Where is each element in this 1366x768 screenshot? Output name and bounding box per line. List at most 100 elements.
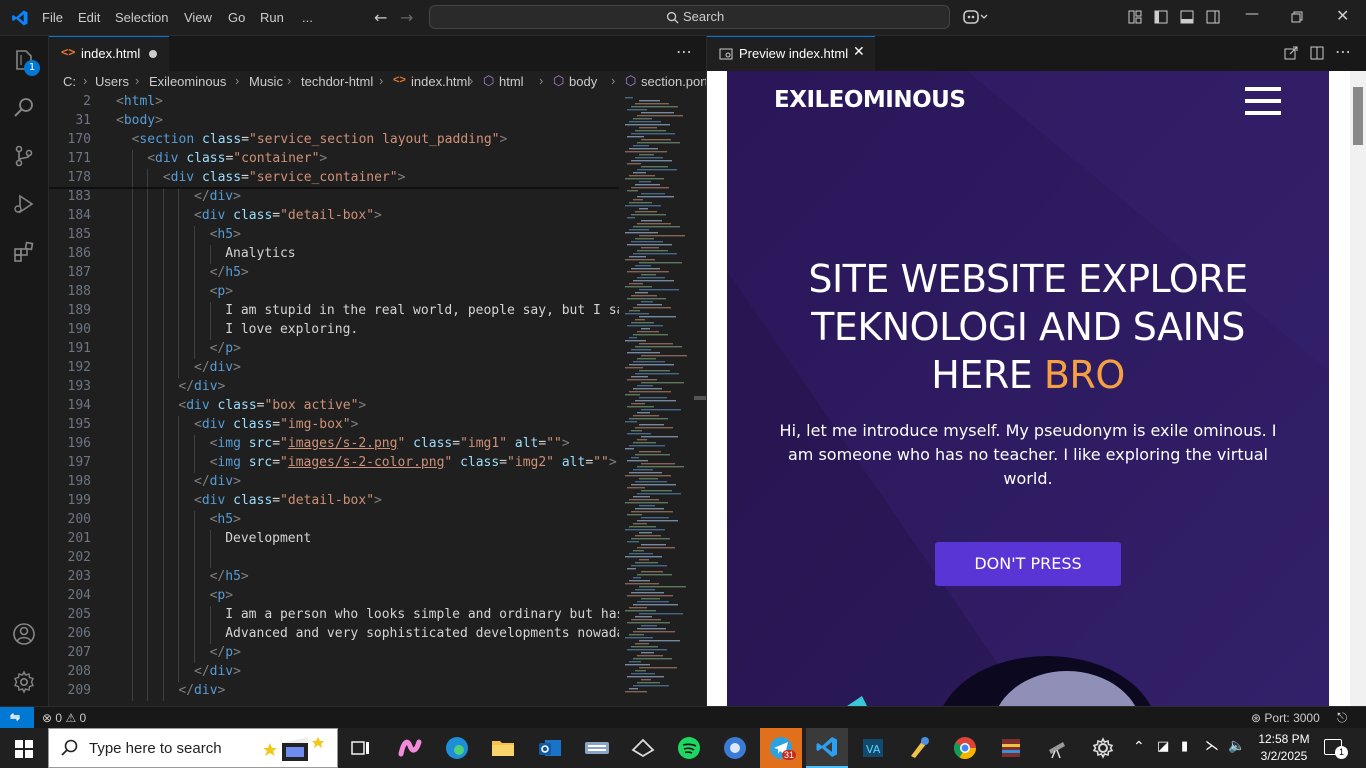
explorer-button[interactable]: 1: [0, 36, 48, 84]
code-line[interactable]: </div>: [194, 664, 241, 679]
code-line[interactable]: <div class="service_container">: [163, 170, 406, 185]
code-line[interactable]: <div class="detail-box">: [194, 493, 382, 508]
code-line[interactable]: <h5>: [210, 227, 241, 242]
code-line[interactable]: <div class="box active">: [178, 398, 366, 413]
tab-index-html[interactable]: <> index.html: [49, 36, 169, 72]
spotify-icon[interactable]: [673, 732, 705, 764]
outlook-icon[interactable]: [534, 732, 566, 764]
cloud-drive-icon[interactable]: [627, 732, 659, 764]
editor-scrollbar[interactable]: [693, 93, 706, 706]
more-actions-icon[interactable]: ⋯: [676, 42, 692, 61]
breadcrumb-item[interactable]: Music: [249, 74, 283, 89]
code-line[interactable]: <html>: [116, 94, 163, 109]
tray-app-icon[interactable]: ◪: [1157, 739, 1169, 754]
scrollbar-thumb[interactable]: [694, 396, 706, 400]
telescope-app-icon[interactable]: [1041, 732, 1073, 764]
menu-more[interactable]: ...: [302, 0, 313, 35]
back-arrow-icon[interactable]: ←: [374, 8, 387, 27]
code-line[interactable]: </div>: [194, 474, 241, 489]
settings-app-icon[interactable]: [1087, 732, 1119, 764]
vs-app-icon[interactable]: VA: [857, 732, 889, 764]
extensions-button[interactable]: [0, 228, 48, 276]
close-tab-icon[interactable]: ✕: [853, 44, 865, 60]
breadcrumb-item[interactable]: html: [499, 74, 524, 89]
copilot-app-icon[interactable]: [394, 732, 426, 764]
run-debug-button[interactable]: [0, 180, 48, 228]
preview-more-icon[interactable]: ⋯: [1335, 42, 1351, 61]
menu-go[interactable]: Go: [228, 0, 245, 35]
winrar-icon[interactable]: [995, 732, 1027, 764]
chrome-icon[interactable]: [949, 732, 981, 764]
copilot-icon[interactable]: [962, 9, 988, 25]
live-server-port[interactable]: ⊛ Port: 3000: [1251, 711, 1320, 725]
toggle-secondary-sidebar-icon[interactable]: [1206, 10, 1220, 24]
breadcrumb-item[interactable]: index.html: [411, 74, 470, 89]
code-editor[interactable]: 2 <html> 31 <body> 170 <section class="servic…: [49, 93, 619, 706]
toggle-panel-icon[interactable]: [1180, 10, 1194, 24]
toggle-primary-sidebar-icon[interactable]: [1154, 10, 1168, 24]
split-editor-icon[interactable]: [1310, 46, 1324, 60]
code-line[interactable]: </p>: [210, 645, 241, 660]
code-line[interactable]: <div class="img-box">: [194, 417, 358, 432]
tab-preview[interactable]: Preview index.html ✕: [707, 36, 875, 72]
code-line[interactable]: </div>: [178, 379, 225, 394]
close-window-button[interactable]: ✕: [1336, 6, 1349, 25]
code-line[interactable]: </p>: [210, 341, 241, 356]
preview-scrollbar[interactable]: [1350, 71, 1366, 706]
code-line[interactable]: <body>: [116, 113, 163, 128]
menu-selection[interactable]: Selection: [115, 0, 168, 35]
code-line[interactable]: I am stupid in the real world, people sa…: [225, 303, 619, 318]
breadcrumb-item[interactable]: C:: [63, 74, 76, 89]
paint-app-icon[interactable]: [903, 732, 935, 764]
accounts-button[interactable]: [0, 610, 48, 658]
dont-press-button[interactable]: DON'T PRESS: [935, 542, 1121, 586]
taskbar-clock[interactable]: 12:58 PM 3/2/2025: [1253, 731, 1315, 765]
code-line[interactable]: <p>: [210, 588, 233, 603]
unsaved-dot-icon[interactable]: [149, 50, 157, 58]
site-brand[interactable]: EXILEOMINOUS: [774, 87, 966, 113]
code-line[interactable]: <img src="images/s-2.png" class="img1" a…: [210, 436, 570, 451]
code-line[interactable]: </h5>: [210, 569, 249, 584]
windows-start-icon[interactable]: [15, 740, 33, 758]
breadcrumb-item[interactable]: body: [569, 74, 597, 89]
keyboard-app-icon[interactable]: [581, 732, 613, 764]
minimap[interactable]: [619, 93, 693, 706]
code-line[interactable]: <p>: [210, 284, 233, 299]
vscode-taskbar-icon[interactable]: [806, 728, 848, 768]
code-line[interactable]: </div>: [194, 189, 241, 204]
tray-chevron-icon[interactable]: ⌃: [1133, 739, 1145, 755]
code-line[interactable]: I love exploring.: [225, 322, 358, 337]
customize-layout-icon[interactable]: [1128, 10, 1142, 24]
volume-icon[interactable]: 🔈: [1228, 738, 1245, 754]
code-line[interactable]: </h5>: [210, 265, 249, 280]
manage-button[interactable]: [0, 658, 48, 706]
code-line[interactable]: <div class="container">: [147, 151, 327, 166]
code-line[interactable]: <img src="images/s-2-color.png" class="i…: [210, 455, 617, 470]
taskbar-search-box[interactable]: Type here to search: [48, 728, 338, 768]
code-line[interactable]: Analytics: [225, 246, 295, 261]
remote-indicator[interactable]: ⇋: [0, 707, 34, 729]
code-line[interactable]: Development: [225, 531, 311, 546]
menu-view[interactable]: View: [184, 0, 212, 35]
browser-icon[interactable]: [719, 732, 751, 764]
restore-button[interactable]: [1291, 11, 1303, 23]
breadcrumb-item[interactable]: Exileominous: [149, 74, 226, 89]
command-search-box[interactable]: Search: [429, 5, 950, 29]
breadcrumb-item[interactable]: techdor-html: [301, 74, 373, 89]
source-control-button[interactable]: [0, 132, 48, 180]
code-line[interactable]: <section class="service_section layout_p…: [132, 132, 508, 147]
edge-icon[interactable]: [441, 732, 473, 764]
open-in-browser-icon[interactable]: [1284, 46, 1298, 60]
problems-indicator[interactable]: ⊗ 0 ⚠ 0: [42, 711, 86, 727]
network-icon[interactable]: ⋋: [1205, 738, 1219, 754]
code-line[interactable]: </div>: [194, 360, 241, 375]
breadcrumb-item[interactable]: Users: [95, 74, 129, 89]
menu-run[interactable]: Run: [260, 0, 284, 35]
hamburger-menu-icon[interactable]: [1245, 87, 1281, 115]
preview-scroll-thumb[interactable]: [1353, 87, 1363, 145]
task-view-icon[interactable]: [344, 732, 376, 764]
code-line[interactable]: <h5>: [210, 512, 241, 527]
forward-arrow-icon[interactable]: →: [400, 8, 413, 27]
battery-icon[interactable]: ▮: [1181, 739, 1188, 754]
notification-center-icon[interactable]: 1: [1324, 739, 1348, 759]
